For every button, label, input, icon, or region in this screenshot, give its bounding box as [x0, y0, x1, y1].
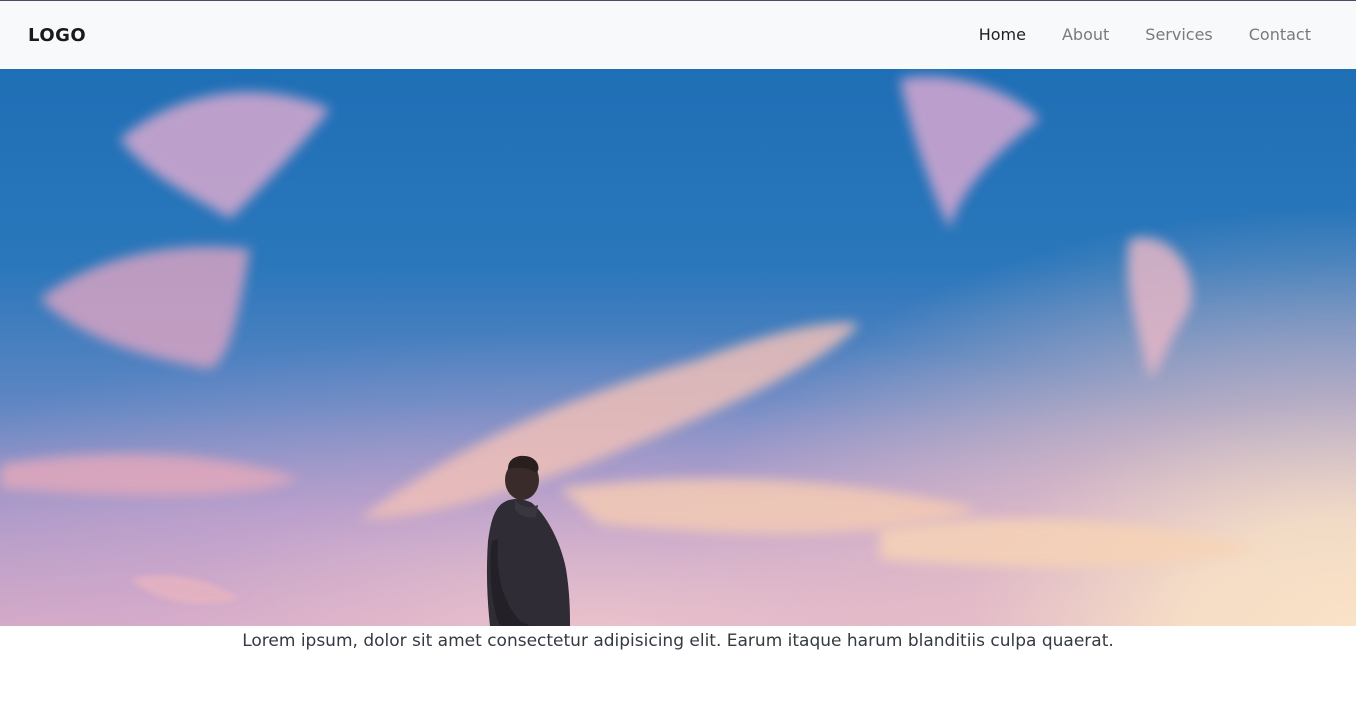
- nav-link-home[interactable]: Home: [961, 1, 1044, 69]
- logo[interactable]: LOGO: [28, 25, 86, 46]
- hero-caption: Lorem ipsum, dolor sit amet consectetur …: [242, 631, 1114, 651]
- nav-links: Home About Services Contact: [961, 1, 1311, 69]
- hero-image: [0, 69, 1356, 626]
- clouds: [0, 76, 1260, 604]
- nav-link-contact[interactable]: Contact: [1231, 1, 1311, 69]
- nav-link-about[interactable]: About: [1044, 1, 1127, 69]
- navbar: LOGO Home About Services Contact: [0, 1, 1356, 69]
- nav-link-services[interactable]: Services: [1127, 1, 1230, 69]
- sky-clouds-illustration: [0, 76, 1260, 626]
